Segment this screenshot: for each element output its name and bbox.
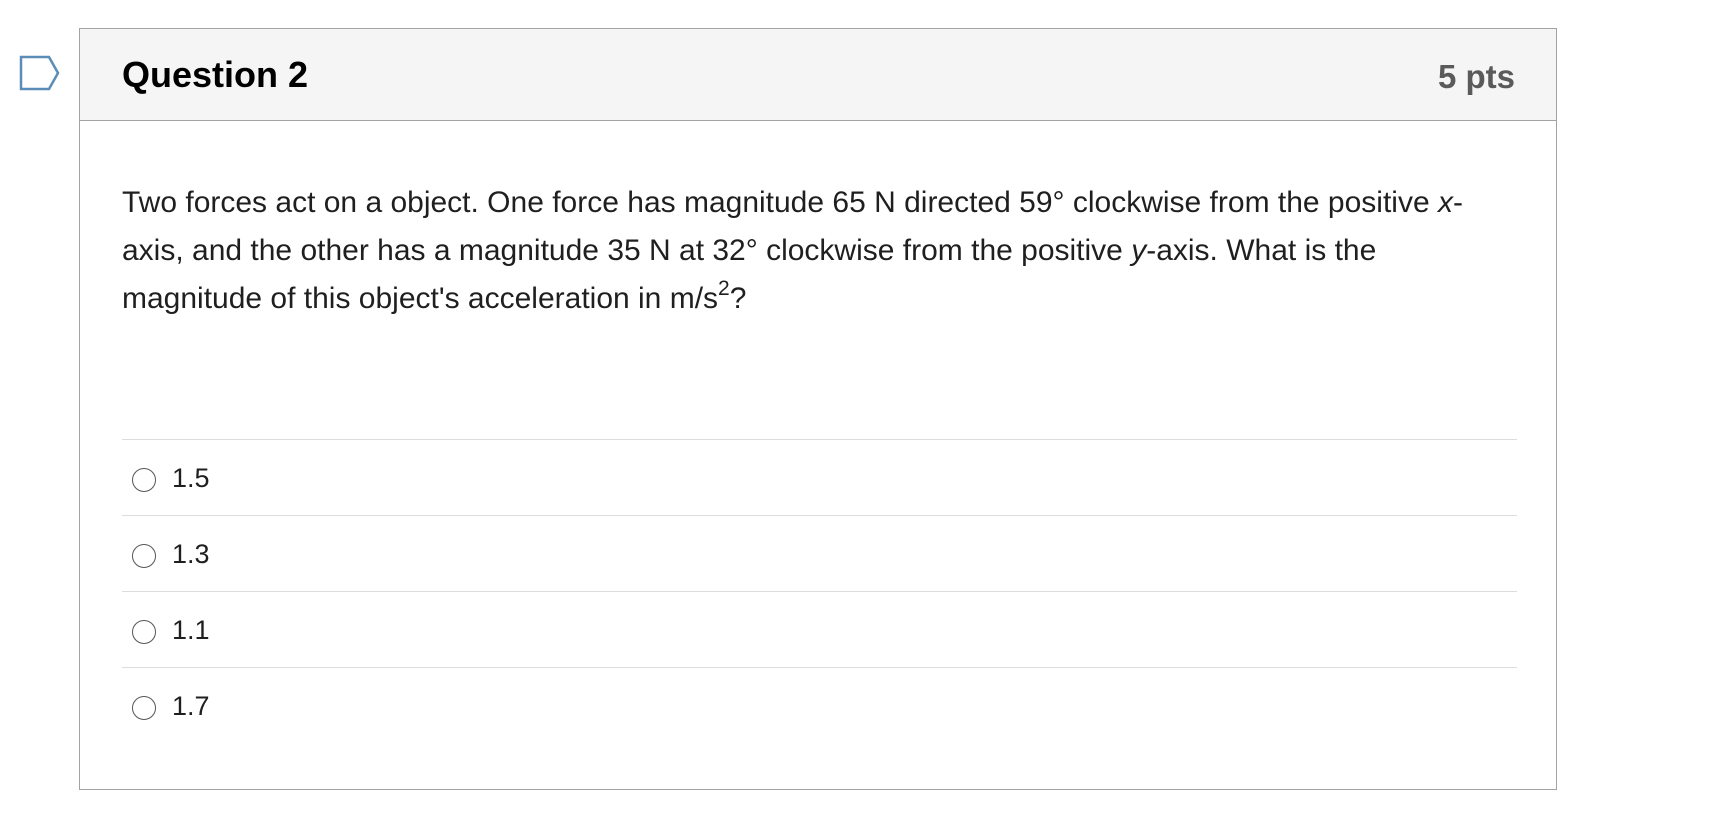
question-text-part: Two forces act on a object. One force ha…	[122, 186, 1438, 219]
radio-button[interactable]	[132, 619, 156, 644]
flag-question-icon[interactable]	[19, 55, 61, 91]
question-header: Question 2 5 pts	[80, 29, 1556, 121]
radio-button[interactable]	[132, 543, 156, 568]
answer-label: 1.5	[172, 462, 210, 493]
radio-button[interactable]	[132, 467, 156, 492]
question-points: 5 pts	[1437, 58, 1515, 95]
answer-label: 1.1	[172, 614, 210, 645]
question-text: Two forces act on a object. One force ha…	[122, 121, 1522, 323]
question-card: Question 2 5 pts Two forces act on a obj…	[79, 28, 1557, 790]
answer-option[interactable]: 1.5	[122, 440, 1517, 516]
question-variable-x: x	[1438, 186, 1453, 219]
answer-option[interactable]: 1.7	[122, 668, 1517, 744]
answer-list: 1.5 1.3 1.1 1.7	[122, 439, 1517, 744]
question-exponent: 2	[718, 277, 730, 300]
question-body: Two forces act on a object. One force ha…	[80, 121, 1556, 744]
question-variable-y: y	[1131, 234, 1147, 267]
answer-label: 1.7	[172, 691, 210, 721]
radio-button[interactable]	[132, 696, 156, 720]
answer-option[interactable]: 1.1	[122, 592, 1517, 668]
answer-option[interactable]: 1.3	[122, 516, 1517, 592]
question-text-part: ?	[729, 282, 747, 315]
question-title: Question 2	[122, 54, 309, 95]
answer-label: 1.3	[172, 538, 210, 569]
